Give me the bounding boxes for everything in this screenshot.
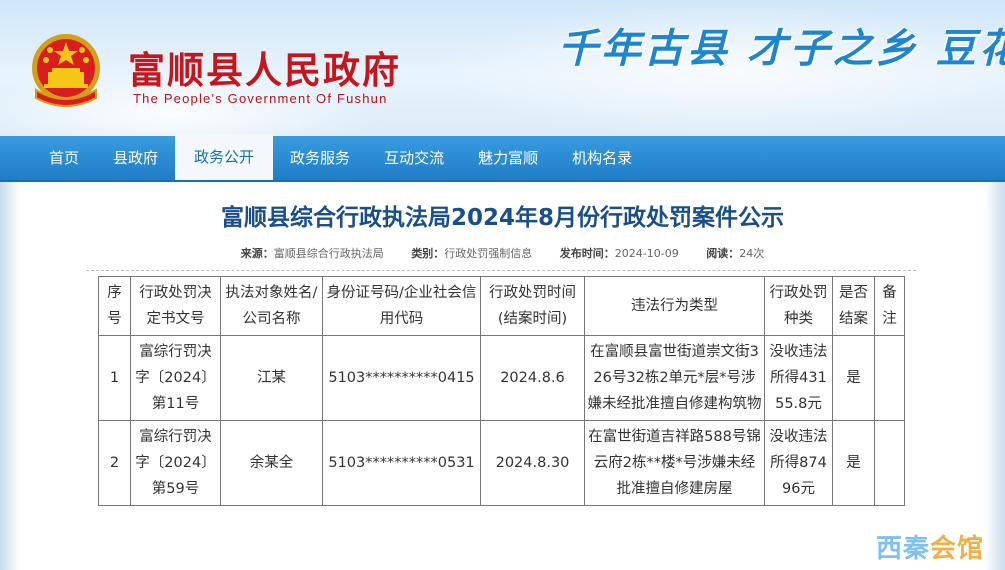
nav-item-charm-fushun[interactable]: 魅力富顺 bbox=[461, 136, 555, 180]
cell-no: 2 bbox=[98, 420, 131, 506]
header-cell-penalty-type: 行政处罚种类 bbox=[764, 276, 833, 336]
header-slogan: 千年古县 才子之乡 豆花 bbox=[558, 25, 1005, 72]
cell-target-name: 江某 bbox=[220, 335, 323, 421]
cell-target-name: 余某全 bbox=[220, 420, 323, 506]
header-cell-id-number: 身份证号码/企业社会信用代码 bbox=[322, 276, 481, 336]
penalty-cases-table: 序号 行政处罚决定书文号 执法对象姓名/公司名称 身份证号码/企业社会信用代码 … bbox=[98, 276, 905, 506]
site-title: 富顺县人民政府 bbox=[128, 48, 401, 92]
cell-decision-doc: 富综行罚决字〔2024〕第59号 bbox=[130, 420, 221, 506]
header-cell-no: 序号 bbox=[98, 276, 131, 336]
nav-item-interaction[interactable]: 互动交流 bbox=[367, 136, 461, 180]
cell-no: 1 bbox=[98, 335, 131, 421]
cell-penalty-type: 没收违法所得87496元 bbox=[764, 420, 833, 506]
article-meta: 来源：富顺县综合行政执法局 类别：行政处罚强制信息 发布时间：2024-10-0… bbox=[0, 245, 1005, 261]
meta-views: 阅读：24次 bbox=[706, 247, 765, 260]
nav-item-county-government[interactable]: 县政府 bbox=[96, 136, 175, 180]
header-cell-closed: 是否结案 bbox=[832, 276, 875, 336]
meta-source: 来源：富顺县综合行政执法局 bbox=[240, 247, 384, 260]
header-cell-note: 备注 bbox=[874, 276, 905, 336]
cell-note bbox=[874, 420, 905, 506]
site-header: 富顺县人民政府 The People's Government Of Fushu… bbox=[0, 0, 1005, 136]
meta-published: 发布时间：2024-10-09 bbox=[559, 247, 679, 260]
main-nav: 首页 县政府 政务公开 政务服务 互动交流 魅力富顺 机构名录 bbox=[0, 134, 1005, 182]
table-row: 2 富综行罚决字〔2024〕第59号 余某全 5103**********053… bbox=[98, 420, 905, 506]
cell-note bbox=[874, 335, 905, 421]
site-watermark: 西秦会馆 bbox=[876, 534, 985, 564]
cell-violation-type: 在富世街道吉祥路588号锦云府2栋**楼*号涉嫌未经批准擅自修建房屋 bbox=[584, 420, 765, 506]
national-emblem-icon bbox=[32, 34, 100, 107]
meta-divider bbox=[86, 270, 916, 271]
cell-penalty-type: 没收违法所得43155.8元 bbox=[764, 335, 833, 421]
site-subtitle: The People's Government Of Fushun bbox=[133, 91, 388, 106]
nav-item-agency-directory[interactable]: 机构名录 bbox=[555, 136, 649, 180]
cell-id-number: 5103**********0531 bbox=[322, 420, 481, 506]
article-content: 富顺县综合行政执法局2024年8月份行政处罚案件公示 来源：富顺县综合行政执法局… bbox=[0, 182, 1005, 570]
nav-item-home[interactable]: 首页 bbox=[32, 136, 96, 180]
cell-penalty-date: 2024.8.6 bbox=[480, 335, 585, 421]
table-header-row: 序号 行政处罚决定书文号 执法对象姓名/公司名称 身份证号码/企业社会信用代码 … bbox=[98, 276, 905, 336]
nav-item-government-affairs-disclosure[interactable]: 政务公开 bbox=[175, 134, 274, 180]
header-cell-decision-doc: 行政处罚决定书文号 bbox=[130, 276, 221, 336]
cell-violation-type: 在富顺县富世街道崇文街326号32栋2单元*层*号涉嫌未经批准擅自修建构筑物 bbox=[584, 335, 765, 421]
meta-category: 类别：行政处罚强制信息 bbox=[411, 247, 533, 260]
article-title: 富顺县综合行政执法局2024年8月份行政处罚案件公示 bbox=[220, 205, 785, 231]
cell-closed: 是 bbox=[832, 420, 875, 506]
cell-penalty-date: 2024.8.30 bbox=[480, 420, 585, 506]
cell-id-number: 5103**********0415 bbox=[322, 335, 481, 421]
header-cell-violation-type: 违法行为类型 bbox=[584, 276, 765, 336]
header-cell-target-name: 执法对象姓名/公司名称 bbox=[220, 276, 323, 336]
header-cell-penalty-date: 行政处罚时间(结案时间) bbox=[480, 276, 585, 336]
table-row: 1 富综行罚决字〔2024〕第11号 江某 5103**********0415… bbox=[98, 335, 905, 421]
nav-item-government-services[interactable]: 政务服务 bbox=[273, 136, 367, 180]
cell-decision-doc: 富综行罚决字〔2024〕第11号 bbox=[130, 335, 221, 421]
cell-closed: 是 bbox=[832, 335, 875, 421]
